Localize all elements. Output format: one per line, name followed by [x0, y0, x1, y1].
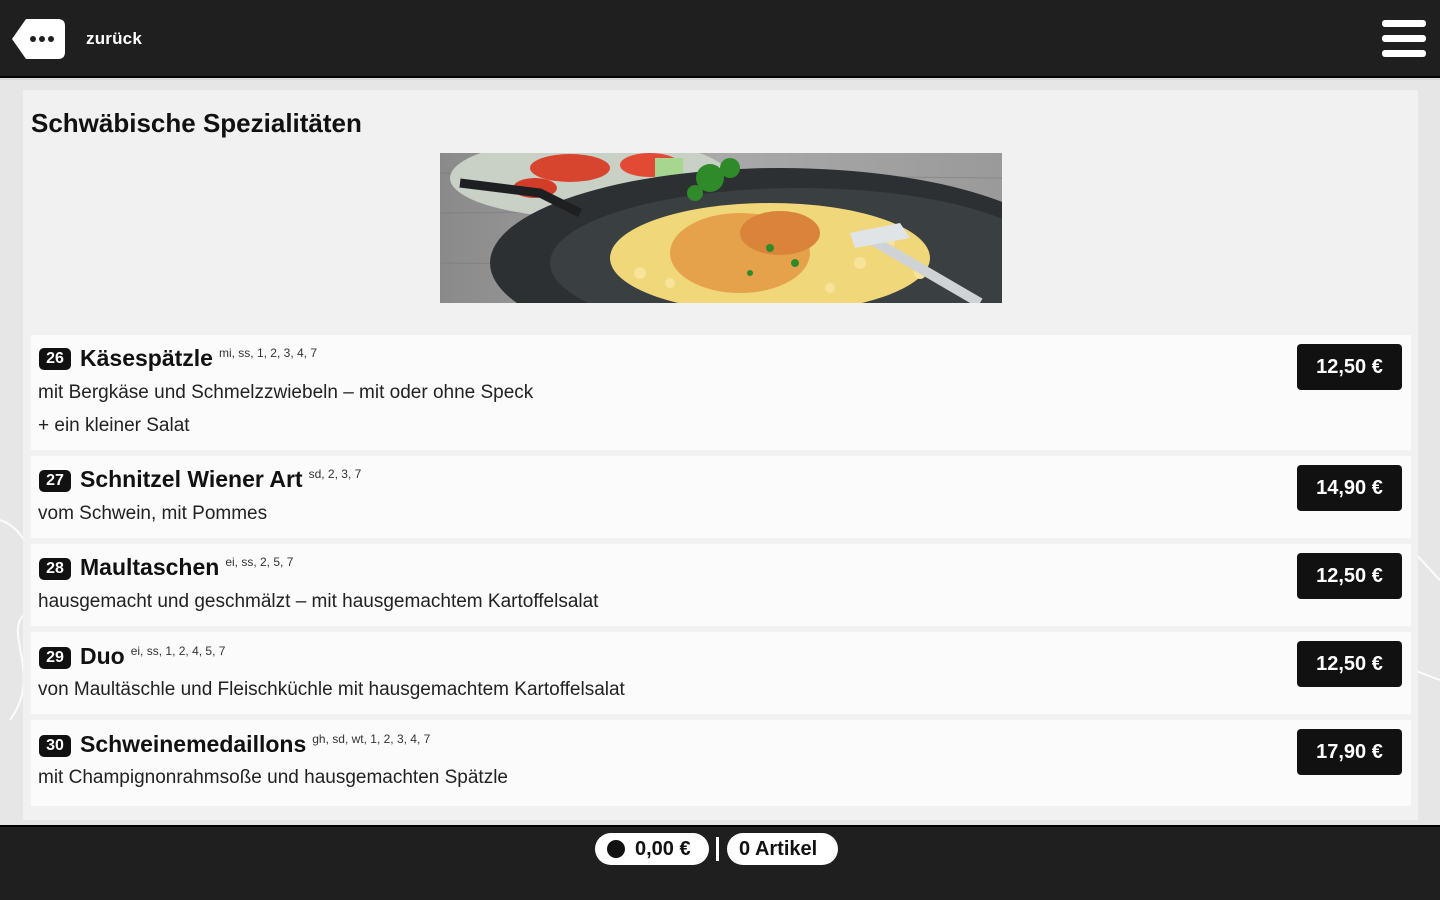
- item-name: Duo ei, ss, 1, 2, 4, 5, 7: [80, 643, 225, 670]
- item-allergens: ei, ss, 1, 2, 4, 5, 7: [130, 644, 226, 659]
- item-number: 30: [39, 735, 71, 757]
- bottom-bar: 0,00 € 0 Artikel: [0, 825, 1440, 900]
- item-number: 27: [39, 470, 71, 492]
- list-item[interactable]: 28 Maultaschen ei, ss, 2, 5, 7 hausgemach…: [31, 544, 1411, 626]
- cart-total-button[interactable]: 0,00 €: [595, 833, 709, 865]
- item-name: Maultaschen ei, ss, 2, 5, 7: [80, 554, 293, 581]
- item-name-text: Maultaschen: [80, 554, 220, 580]
- item-name: Schnitzel Wiener Art sd, 2, 3, 7: [80, 466, 361, 493]
- section-title: Schwäbische Spezialitäten: [31, 108, 362, 138]
- item-description: + ein kleiner Salat: [38, 415, 190, 436]
- back-button[interactable]: [12, 19, 66, 59]
- list-item[interactable]: 29 Duo ei, ss, 1, 2, 4, 5, 7 von Maultäsc…: [31, 632, 1411, 714]
- list-item[interactable]: 30 Schweinemedaillons gh, sd, wt, 1, 2, 3…: [31, 720, 1411, 806]
- item-description: von Maultäschle und Fleischküchle mit ha…: [38, 679, 625, 700]
- item-name: Schweinemedaillons gh, sd, wt, 1, 2, 3, 4…: [80, 731, 430, 758]
- list-item[interactable]: 27 Schnitzel Wiener Art sd, 2, 3, 7 vom S…: [31, 456, 1411, 538]
- item-allergens: mi, ss, 1, 2, 3, 4, 7: [218, 346, 318, 361]
- cart-icon: [607, 840, 625, 858]
- hamburger-menu-icon[interactable]: [1382, 20, 1428, 60]
- price-button[interactable]: 12,50 €: [1297, 344, 1402, 390]
- cart-count-button[interactable]: 0 Artikel: [727, 833, 838, 865]
- item-description: mit Bergkäse und Schmelzzwiebeln – mit o…: [38, 382, 534, 403]
- list-item[interactable]: 26 Käsespätzle mi, ss, 1, 2, 3, 4, 7 mit …: [31, 335, 1411, 450]
- item-name: Käsespätzle mi, ss, 1, 2, 3, 4, 7: [80, 345, 317, 372]
- price-button[interactable]: 12,50 €: [1297, 553, 1402, 599]
- top-bar: zurück: [0, 0, 1440, 78]
- back-label[interactable]: zurück: [86, 29, 142, 49]
- price-button[interactable]: 17,90 €: [1297, 729, 1402, 775]
- cart-count: 0 Artikel: [739, 838, 818, 860]
- item-name-text: Schweinemedaillons: [80, 731, 307, 757]
- price-button[interactable]: 12,50 €: [1297, 641, 1402, 687]
- item-number: 29: [39, 647, 71, 669]
- item-number: 26: [39, 348, 71, 370]
- kaesespaetzle-pan-image: [440, 153, 1002, 303]
- item-description: hausgemacht und geschmälzt – mit hausgem…: [38, 591, 599, 612]
- item-number: 28: [39, 558, 71, 580]
- item-name-text: Duo: [80, 643, 125, 669]
- item-name-text: Schnitzel Wiener Art: [80, 466, 303, 492]
- hero-image: [440, 153, 1002, 303]
- item-description: vom Schwein, mit Pommes: [38, 503, 268, 524]
- item-allergens: gh, sd, wt, 1, 2, 3, 4, 7: [312, 732, 431, 747]
- footer-divider: [716, 837, 719, 861]
- price-button[interactable]: 14,90 €: [1297, 465, 1402, 511]
- back-tag-icon: [12, 19, 65, 59]
- item-name-text: Käsespätzle: [80, 345, 213, 371]
- item-allergens: ei, ss, 2, 5, 7: [225, 555, 294, 570]
- item-allergens: sd, 2, 3, 7: [308, 467, 362, 482]
- item-description: mit Champignonrahmsoße und hausgemachten…: [38, 767, 508, 788]
- cart-total: 0,00 €: [635, 838, 691, 860]
